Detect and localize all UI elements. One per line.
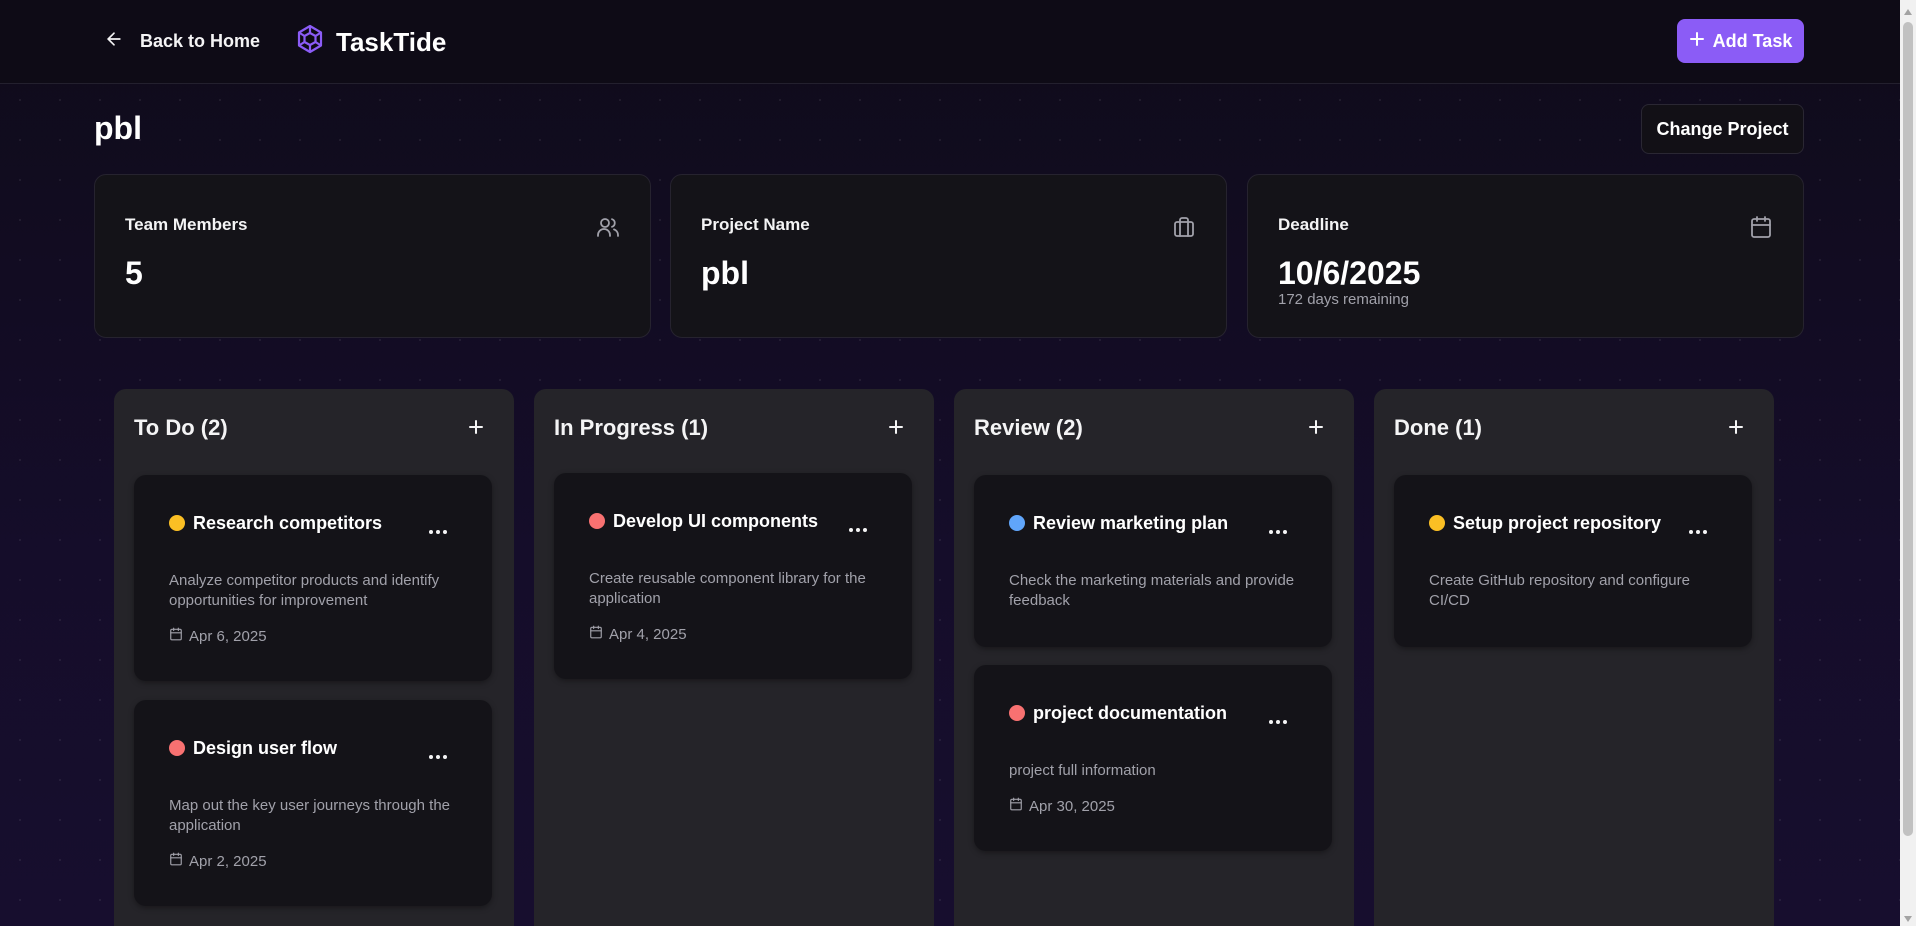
scroll-up-arrow-icon[interactable] [1903,4,1913,15]
task-title: Develop UI components [613,511,819,531]
more-options-icon[interactable] [428,748,448,759]
task-due-date: Apr 6, 2025 [169,627,267,645]
project-name-card: Project Name pbl [670,174,1227,338]
task-card[interactable]: Develop UI components Create reusable co… [554,473,912,679]
task-card[interactable]: Setup project repository Create GitHub r… [1394,475,1752,647]
scrollbar-thumb[interactable] [1903,22,1913,836]
add-task-button[interactable]: Add Task [1677,19,1804,63]
task-title: project documentation [1033,703,1228,723]
column-done: Done (1) Setup project repository Create… [1374,389,1774,926]
more-options-icon[interactable] [1268,523,1288,534]
priority-dot [1009,515,1025,531]
task-title: Setup project repository [1453,513,1662,533]
column-title: Done (1) [1394,415,1482,440]
task-description: Check the marketing materials and provid… [1009,572,1295,609]
task-title: Design user flow [193,738,338,758]
task-date-text: Apr 2, 2025 [189,852,267,870]
calendar-icon [169,627,183,645]
task-card[interactable]: Research competitors Analyze competitor … [134,475,492,681]
task-title: Research competitors [193,513,383,533]
task-date-text: Apr 4, 2025 [609,625,687,643]
column-in-progress: In Progress (1) Develop UI components Cr… [534,389,934,926]
days-remaining: 172 days remaining [1278,291,1409,308]
deadline-card: Deadline 10/6/2025 172 days remaining [1247,174,1804,338]
plus-icon [1689,31,1705,52]
task-due-date: Apr 30, 2025 [1009,797,1115,815]
team-members-label: Team Members [125,215,248,234]
calendar-icon [589,625,603,643]
add-task-label: Add Task [1712,30,1793,51]
task-card[interactable]: Design user flow Map out the key user jo… [134,700,492,906]
task-due-date: Apr 2, 2025 [169,852,267,870]
team-members-card: Team Members 5 [94,174,651,338]
add-card-plus-icon[interactable] [884,415,908,439]
users-icon [596,215,620,239]
more-options-icon[interactable] [848,521,868,532]
task-description: Create GitHub repository and configure C… [1429,572,1690,609]
task-date-text: Apr 6, 2025 [189,627,267,645]
brand[interactable]: TaskTide [294,24,446,60]
priority-dot [1009,705,1025,721]
more-options-icon[interactable] [1688,523,1708,534]
more-options-icon[interactable] [428,523,448,534]
task-date-text: Apr 30, 2025 [1029,797,1115,815]
calendar-icon [1009,797,1023,815]
scroll-down-arrow-icon[interactable] [1903,911,1913,922]
change-project-button[interactable]: Change Project [1641,104,1804,154]
team-members-value: 5 [125,255,143,291]
briefcase-icon [1172,215,1196,239]
project-name-label: Project Name [701,215,810,234]
add-card-plus-icon[interactable] [1304,415,1328,439]
task-card[interactable]: Review marketing plan Check the marketin… [974,475,1332,647]
priority-dot [589,513,605,529]
column-title: To Do (2) [134,415,228,440]
priority-dot [169,515,185,531]
top-bar: Back to Home TaskTide Add Task [0,0,1900,84]
task-card[interactable]: project documentation project full infor… [974,665,1332,851]
column-review: Review (2) Review marketing plan Check t… [954,389,1354,926]
page-title: pbl [94,110,142,146]
calendar-icon [1749,215,1773,239]
task-description: Map out the key user journeys through th… [169,797,451,834]
task-description: Create reusable component library for th… [589,570,866,607]
calendar-icon [169,852,183,870]
column-title: Review (2) [974,415,1083,440]
add-card-plus-icon[interactable] [464,415,488,439]
brand-name: TaskTide [336,26,447,57]
column-todo: To Do (2) Research competitors Analyze c… [114,389,514,926]
back-to-home-link[interactable]: Back to Home [104,26,260,56]
logo-icon [294,23,326,62]
deadline-label: Deadline [1278,215,1349,234]
deadline-value: 10/6/2025 [1278,255,1421,291]
back-to-home-label: Back to Home [140,30,261,51]
priority-dot [1429,515,1445,531]
priority-dot [169,740,185,756]
arrow-left-icon [104,29,124,54]
task-title: Review marketing plan [1033,513,1229,533]
more-options-icon[interactable] [1268,713,1288,724]
task-due-date: Apr 4, 2025 [589,625,687,643]
task-description: Analyze competitor products and identify… [169,572,440,609]
project-name-value: pbl [701,255,749,291]
column-title: In Progress (1) [554,415,709,440]
add-card-plus-icon[interactable] [1724,415,1748,439]
task-description: project full information [1009,762,1156,779]
